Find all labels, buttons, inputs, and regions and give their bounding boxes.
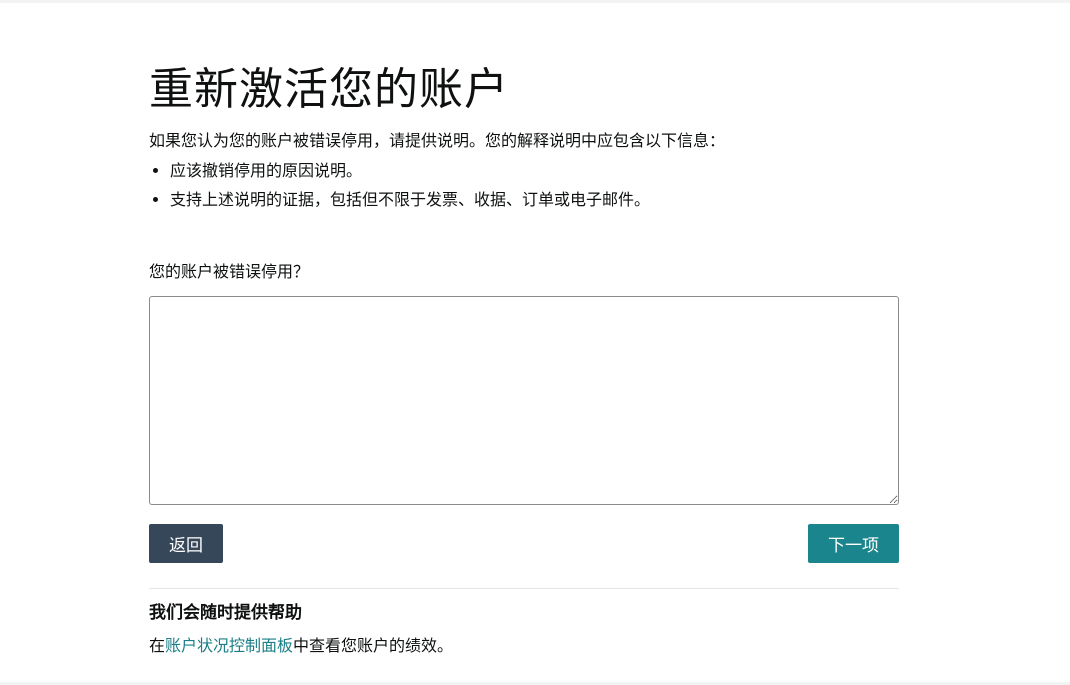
help-text: 在账户状况控制面板中查看您账户的绩效。 xyxy=(149,634,899,658)
top-divider xyxy=(0,0,1070,3)
main-content: 重新激活您的账户 如果您认为您的账户被错误停用，请提供说明。您的解释说明中应包含… xyxy=(149,60,899,658)
explanation-textarea[interactable] xyxy=(149,296,899,505)
page-title: 重新激活您的账户 xyxy=(149,64,509,115)
account-health-dashboard-link[interactable]: 账户状况控制面板 xyxy=(165,636,293,655)
requirements-list: 应该撤销停用的原因说明。 支持上述说明的证据，包括但不限于发票、收据、订单或电子… xyxy=(149,156,899,214)
intro-text: 如果您认为您的账户被错误停用，请提供说明。您的解释说明中应包含以下信息： xyxy=(149,131,726,150)
next-button[interactable]: 下一项 xyxy=(808,524,899,563)
requirement-item-reason: 应该撤销停用的原因说明。 xyxy=(170,156,899,185)
reactivate-account-page: 重新激活您的账户 如果您认为您的账户被错误停用，请提供说明。您的解释说明中应包含… xyxy=(0,0,1070,685)
help-title: 我们会随时提供帮助 xyxy=(149,603,302,623)
form-actions: 返回 下一项 xyxy=(149,524,899,563)
explanation-label: 您的账户被错误停用？ xyxy=(149,262,310,281)
help-text-suffix: 中查看您账户的绩效。 xyxy=(293,636,454,655)
section-divider xyxy=(149,588,899,589)
back-button[interactable]: 返回 xyxy=(149,524,223,563)
help-text-prefix: 在 xyxy=(149,636,166,655)
requirement-item-evidence: 支持上述说明的证据，包括但不限于发票、收据、订单或电子邮件。 xyxy=(170,185,899,214)
